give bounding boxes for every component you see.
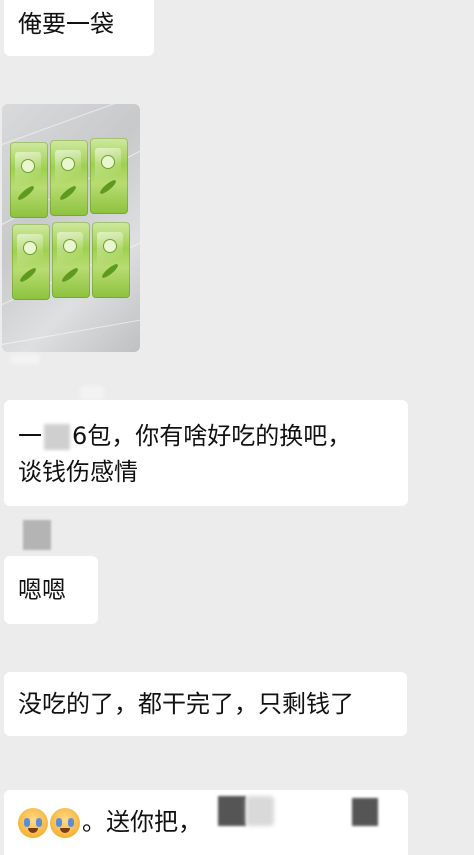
crying-face-emoji (18, 808, 48, 838)
message-text-part: 6包，你有啥好吃的换吧， (72, 422, 352, 450)
tissue-pack (50, 140, 88, 216)
tissue-pack-photo[interactable] (2, 104, 140, 352)
blur-smudge (10, 354, 40, 364)
message-bubble-no-food[interactable]: 没吃的了，都干完了，只剩钱了 (4, 672, 407, 736)
message-bubble-gift[interactable]: 。送你把， (4, 790, 408, 855)
message-bubble-six-packs[interactable]: 一 6包，你有啥好吃的换吧， 谈钱伤感情 (4, 400, 408, 506)
message-text-part: 谈钱伤感情 (18, 458, 138, 486)
redacted-block (246, 796, 274, 826)
redacted-avatar (23, 520, 51, 550)
tissue-pack (92, 222, 130, 298)
message-text: 没吃的了，都干完了，只剩钱了 (18, 690, 354, 718)
redacted-char (44, 424, 70, 450)
redacted-block (352, 798, 378, 826)
message-text: 嗯嗯 (18, 576, 66, 604)
message-text-part: 一 (18, 422, 42, 450)
tissue-pack (10, 142, 48, 218)
message-bubble-enen[interactable]: 嗯嗯 (4, 556, 98, 624)
crying-face-emoji (50, 808, 80, 838)
chat-view: 俺要一袋 一 6包，你有啥好吃的换吧， 谈钱伤感情 嗯嗯 没吃的了，都干完了，只剩… (0, 0, 474, 855)
blur-smudge (80, 386, 104, 400)
tissue-pack (52, 222, 90, 298)
redacted-block (218, 796, 246, 826)
tissue-pack (90, 138, 128, 214)
message-bubble-want-one-bag[interactable]: 俺要一袋 (4, 0, 154, 56)
message-text-part: 。送你把， (82, 808, 202, 836)
message-text: 俺要一袋 (18, 10, 114, 38)
tissue-pack (12, 224, 50, 300)
